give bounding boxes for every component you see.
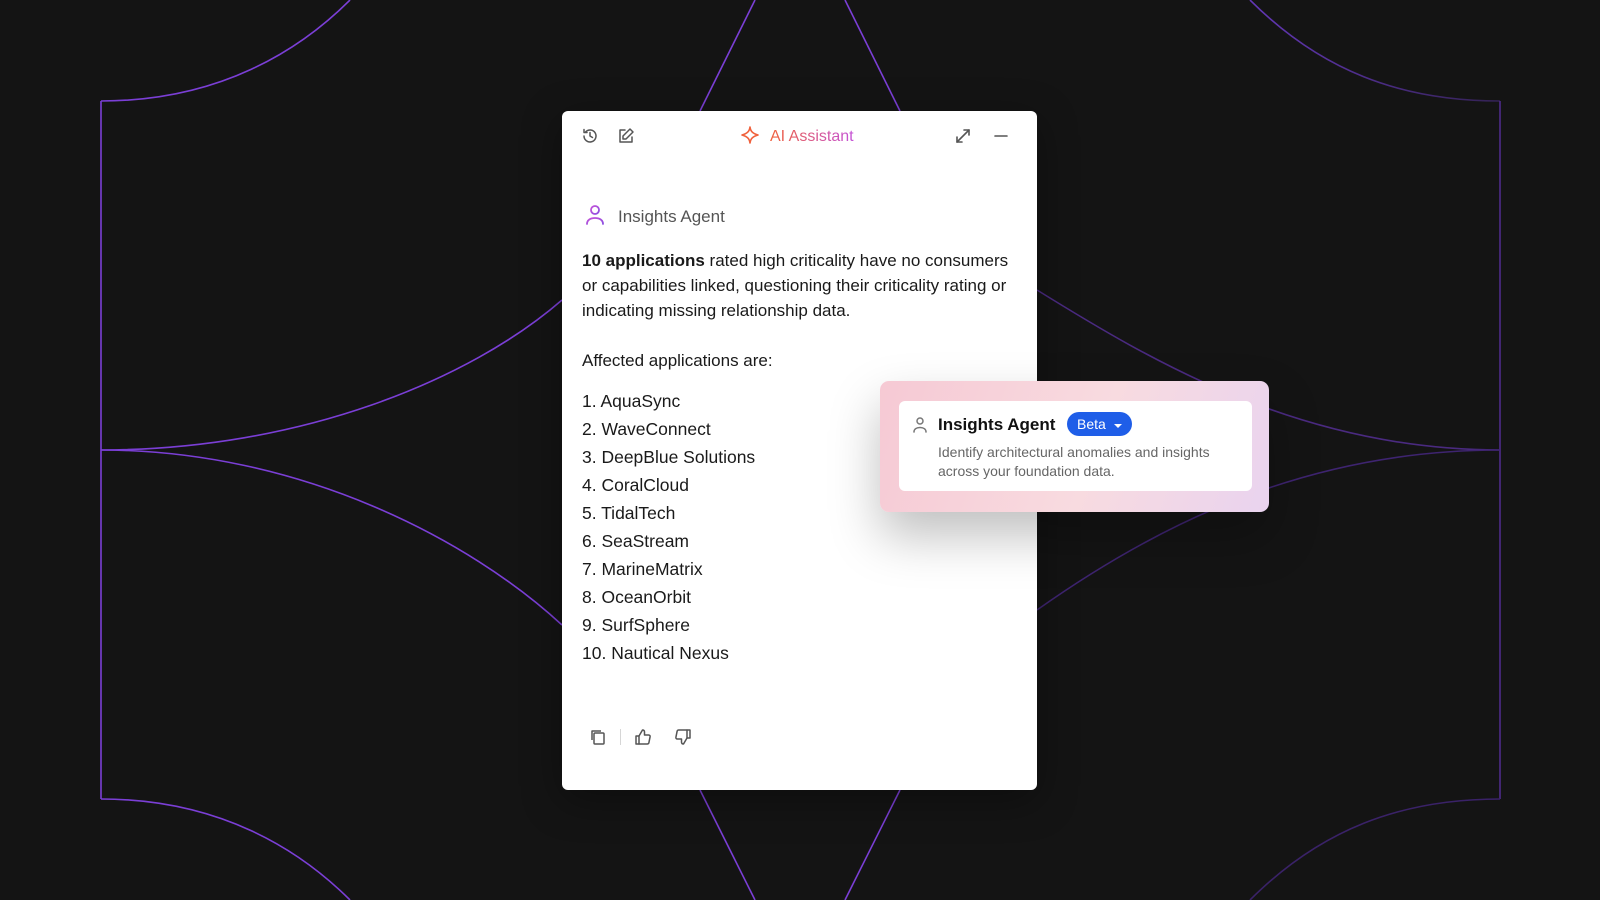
- beta-label: Beta: [1077, 416, 1106, 432]
- thumbs-down-icon[interactable]: [671, 725, 695, 749]
- expand-icon[interactable]: [952, 125, 974, 147]
- beta-badge[interactable]: Beta: [1067, 412, 1132, 436]
- list-item: 10. Nautical Nexus: [582, 643, 729, 663]
- agent-header: Insights Agent: [584, 204, 725, 230]
- agent-card[interactable]: Insights Agent Beta Identify architectur…: [899, 401, 1252, 491]
- agent-card-description: Identify architectural anomalies and ins…: [938, 444, 1210, 479]
- edit-icon[interactable]: [615, 125, 637, 147]
- divider: [620, 729, 621, 745]
- agent-user-icon: [584, 203, 606, 232]
- agent-name: Insights Agent: [618, 207, 725, 226]
- message-actions: [586, 725, 695, 749]
- history-icon[interactable]: [579, 125, 601, 147]
- message-summary: 10 applications rated high criticality h…: [582, 248, 1012, 323]
- panel-title-text: AI Assistant: [770, 128, 854, 145]
- panel-title: AI Assistant: [740, 125, 854, 150]
- list-intro: Affected applications are:: [582, 351, 773, 370]
- copy-icon[interactable]: [586, 725, 610, 749]
- list-item: 7. MarineMatrix: [582, 559, 703, 579]
- thumbs-up-icon[interactable]: [631, 725, 655, 749]
- minimize-icon[interactable]: [990, 125, 1012, 147]
- list-item: 6. SeaStream: [582, 531, 689, 551]
- list-item: 8. OceanOrbit: [582, 587, 691, 607]
- agent-popup: Insights Agent Beta Identify architectur…: [880, 381, 1269, 512]
- message-highlight: 10 applications: [582, 251, 705, 270]
- user-icon: [912, 416, 928, 439]
- list-item: 9. SurfSphere: [582, 615, 690, 635]
- sparkle-icon: [740, 125, 760, 150]
- agent-card-title: Insights Agent: [938, 415, 1056, 434]
- caret-down-icon: [1113, 416, 1122, 432]
